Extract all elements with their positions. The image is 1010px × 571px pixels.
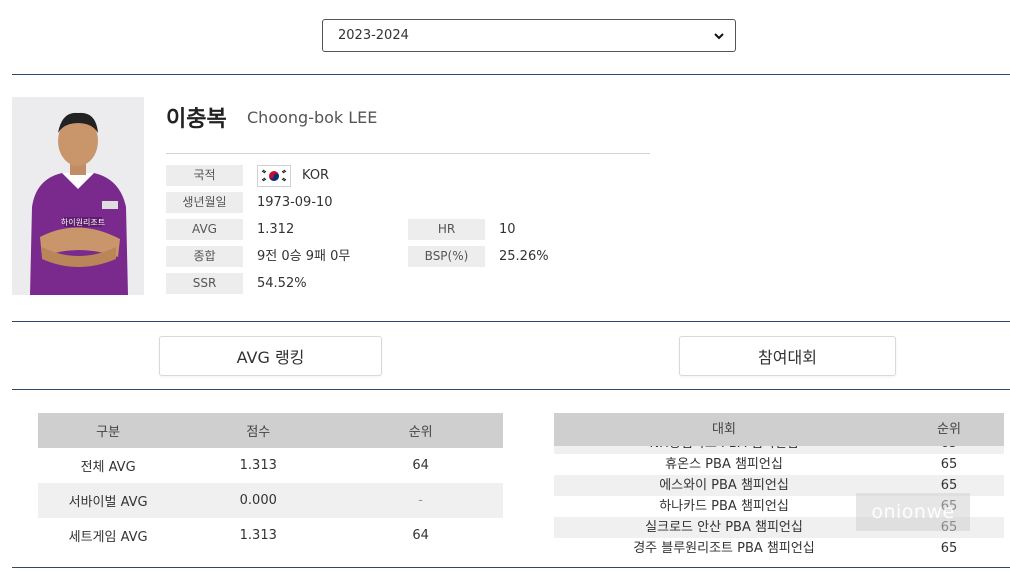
cell-rank: 65 xyxy=(940,541,958,556)
cell-rank: 65 xyxy=(940,457,958,472)
tab-tournaments[interactable]: 참여대회 xyxy=(679,336,896,376)
ssr-value: 54.52% xyxy=(257,276,307,291)
korea-flag-icon xyxy=(257,165,291,187)
cell-score: 1.313 xyxy=(239,528,277,543)
cell-tournament: 에스와이 PBA 챔피언십 xyxy=(659,478,789,493)
avg-ranking-table: 구분 점수 순위 전체 AVG 1.313 64 서바이벌 AVG 0.000 … xyxy=(38,413,503,553)
cell-category: 서바이벌 AVG xyxy=(38,483,179,518)
divider-tabs xyxy=(12,389,1010,390)
player-name-en: Choong-bok LEE xyxy=(247,108,378,127)
cell-rank: 64 xyxy=(412,528,429,543)
watermark: onionwe xyxy=(856,493,970,531)
player-figure-icon: 하이원리조트 xyxy=(12,97,144,295)
header-rank: 순위 xyxy=(338,413,503,448)
tab-avg-ranking[interactable]: AVG 랭킹 xyxy=(159,336,382,376)
bsp-label: BSP(%) xyxy=(408,246,485,267)
country-value: KOR xyxy=(302,168,330,183)
hr-label: HR xyxy=(408,219,485,240)
cell-tournament: 하나카드 PBA 챔피언십 xyxy=(659,499,789,514)
player-name-ko: 이충복 xyxy=(166,107,227,132)
cell-rank: - xyxy=(338,483,503,518)
header-tournament: 대회 xyxy=(712,422,736,437)
hr-value: 10 xyxy=(499,222,516,237)
season-select-value: 2023-2024 xyxy=(338,28,409,43)
cell-rank: 65 xyxy=(894,446,1004,454)
cell-category: 전체 AVG xyxy=(80,460,136,475)
total-value: 9전 0승 9패 0무 xyxy=(257,249,351,264)
table-header-row: 구분 점수 순위 xyxy=(38,413,503,448)
divider-middle xyxy=(12,321,1010,322)
cell-score: 1.313 xyxy=(239,458,277,473)
table-row: 세트게임 AVG 1.313 64 xyxy=(38,518,503,553)
header-score: 점수 xyxy=(178,413,339,448)
cell-score: 0.000 xyxy=(178,483,339,518)
table-row: 휴온스 PBA 챔피언십 65 xyxy=(554,454,1004,475)
avg-label: AVG xyxy=(166,219,243,240)
jersey-text: 하이원리조트 xyxy=(61,217,105,227)
table-row: 전체 AVG 1.313 64 xyxy=(38,448,503,483)
cell-tournament: 경주 블루원리조트 PBA 챔피언십 xyxy=(633,541,815,556)
name-divider xyxy=(166,153,650,154)
season-select[interactable]: 2023-2024 xyxy=(322,19,736,52)
total-label: 종합 xyxy=(166,246,243,267)
cell-rank: 64 xyxy=(412,458,429,473)
table-row: NH농협카드 PBA 챔피언십 65 xyxy=(554,446,1004,454)
cell-tournament: NH농협카드 PBA 챔피언십 xyxy=(554,446,894,454)
header-category: 구분 xyxy=(38,413,179,448)
birth-label: 생년월일 xyxy=(166,192,243,213)
header-rank: 순위 xyxy=(937,422,961,437)
avg-value: 1.312 xyxy=(257,222,295,237)
cell-tournament: 실크로드 안산 PBA 챔피언십 xyxy=(645,520,803,535)
chevron-down-icon xyxy=(714,32,724,39)
cell-category: 세트게임 AVG xyxy=(68,530,148,545)
table-header-row: 대회 순위 xyxy=(554,413,1004,446)
tournament-table[interactable]: 대회 순위 NH농협카드 PBA 챔피언십 65 휴온스 PBA 챔피언십 65… xyxy=(554,413,1004,565)
divider-bottom xyxy=(12,567,1010,568)
divider-top xyxy=(12,74,1010,75)
cell-tournament: 휴온스 PBA 챔피언십 xyxy=(665,457,783,472)
player-photo: 하이원리조트 xyxy=(12,97,144,295)
bsp-value: 25.26% xyxy=(499,249,549,264)
table-row: 서바이벌 AVG 0.000 - xyxy=(38,483,503,518)
ssr-label: SSR xyxy=(166,273,243,294)
table-row: 경주 블루원리조트 PBA 챔피언십 65 xyxy=(554,538,1004,559)
birth-value: 1973-09-10 xyxy=(257,195,333,210)
country-label: 국적 xyxy=(166,165,243,186)
